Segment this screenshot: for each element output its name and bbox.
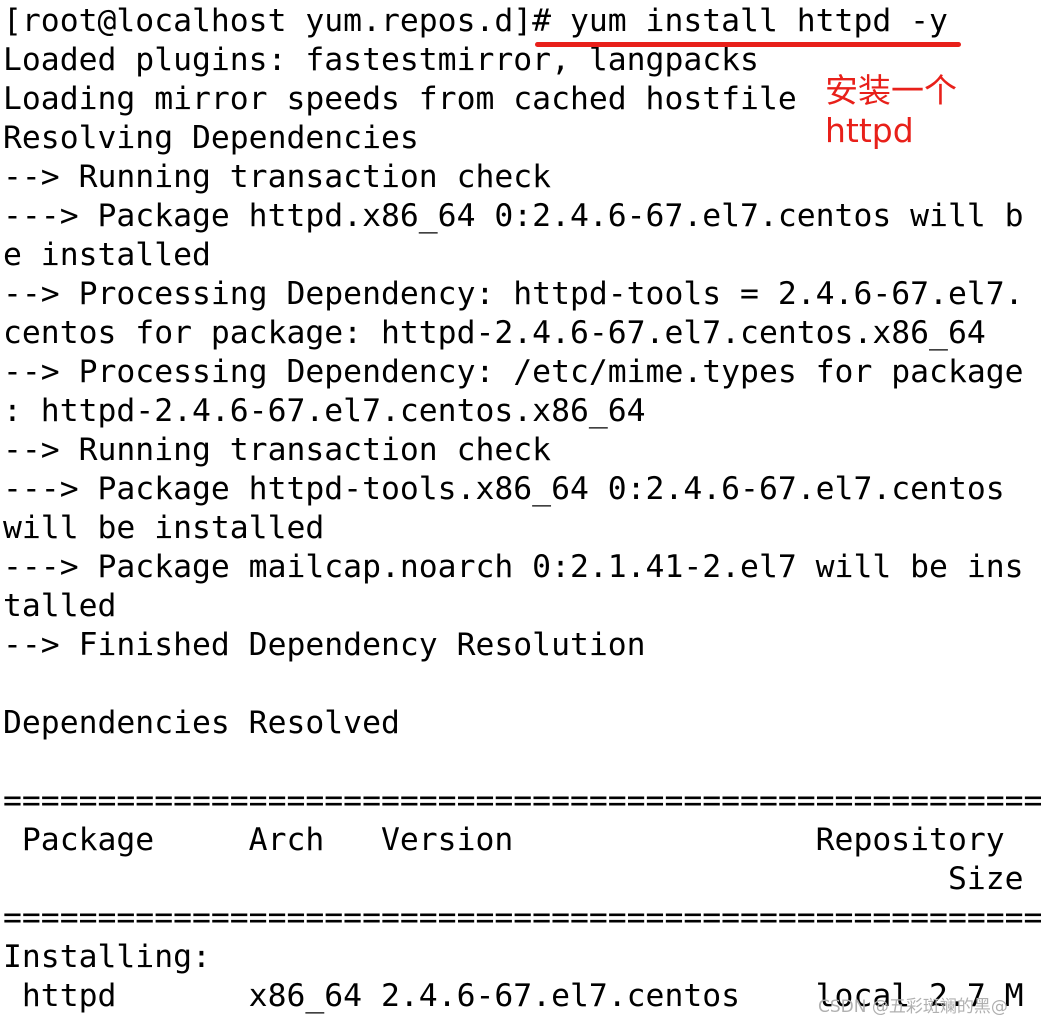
terminal-line: will be installed xyxy=(3,510,325,546)
annotation-note-line1: 安装一个 xyxy=(825,71,957,110)
terminal-line-mirror: Loading mirror speeds from cached hostfi… xyxy=(3,81,797,117)
terminal-line: talled xyxy=(3,588,117,624)
annotation-note-line2: httpd xyxy=(825,111,914,150)
annotation-note: 安装一个 httpd xyxy=(825,71,995,151)
terminal-line: ---> Package httpd-tools.x86_64 0:2.4.6-… xyxy=(3,471,1005,507)
terminal-line: ---> Package httpd.x86_64 0:2.4.6-67.el7… xyxy=(3,198,1024,234)
terminal-line-resolving: Resolving Dependencies xyxy=(3,120,419,156)
terminal-line: --> Processing Dependency: httpd-tools =… xyxy=(3,276,1024,312)
terminal-line: : httpd-2.4.6-67.el7.centos.x86_64 xyxy=(3,393,646,429)
terminal-line: --> Finished Dependency Resolution xyxy=(3,627,646,663)
annotation-underline xyxy=(535,42,961,47)
terminal-line: centos for package: httpd-2.4.6-67.el7.c… xyxy=(3,315,986,351)
terminal-output[interactable]: [root@localhost yum.repos.d]# yum instal… xyxy=(3,0,1041,1027)
table-section-installing: Installing: xyxy=(3,939,211,975)
terminal-line: e installed xyxy=(3,237,211,273)
terminal-line-deps-resolved: Dependencies Resolved xyxy=(3,705,400,741)
table-header-size: Size xyxy=(3,861,1024,897)
table-separator: ========================================… xyxy=(3,783,1041,819)
terminal-line: ---> Package mailcap.noarch 0:2.1.41-2.e… xyxy=(3,549,1024,585)
terminal-line-command: [root@localhost yum.repos.d]# yum instal… xyxy=(3,3,948,39)
terminal-line: --> Running transaction check xyxy=(3,432,552,468)
watermark: CSDN @五彩斑斓的黑@ xyxy=(818,997,1008,1017)
table-separator: ========================================… xyxy=(3,900,1041,936)
terminal-line: --> Processing Dependency: /etc/mime.typ… xyxy=(3,354,1024,390)
terminal-line: --> Running transaction check xyxy=(3,159,552,195)
table-header: Package Arch Version Repository xyxy=(3,822,1005,858)
